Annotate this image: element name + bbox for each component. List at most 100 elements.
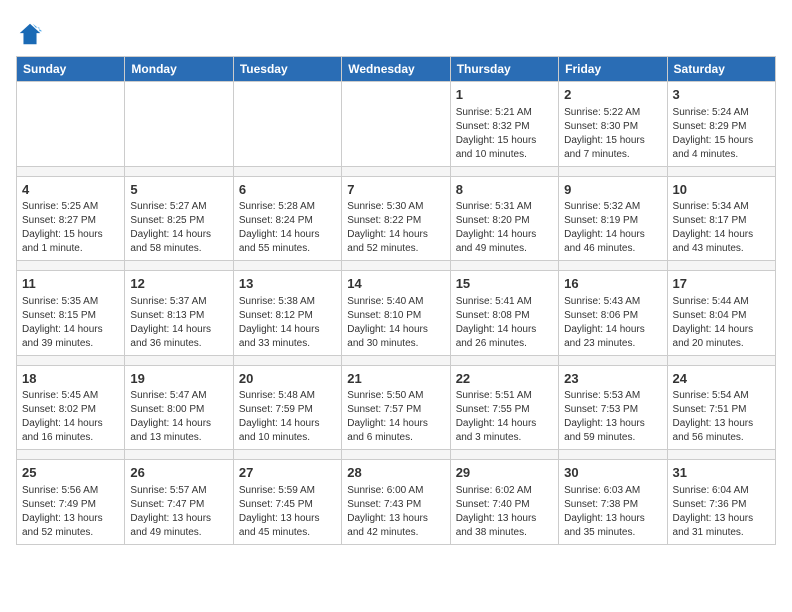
calendar-cell: 6Sunrise: 5:28 AM Sunset: 8:24 PM Daylig… xyxy=(233,176,341,261)
calendar-week-4: 18Sunrise: 5:45 AM Sunset: 8:02 PM Dayli… xyxy=(17,365,776,450)
day-info: Sunrise: 5:28 AM Sunset: 8:24 PM Dayligh… xyxy=(239,200,336,256)
calendar-cell: 18Sunrise: 5:45 AM Sunset: 8:02 PM Dayli… xyxy=(17,365,125,450)
calendar-cell: 5Sunrise: 5:27 AM Sunset: 8:25 PM Daylig… xyxy=(125,176,233,261)
calendar-table: SundayMondayTuesdayWednesdayThursdayFrid… xyxy=(16,56,776,545)
day-info: Sunrise: 5:38 AM Sunset: 8:12 PM Dayligh… xyxy=(239,295,336,351)
day-info: Sunrise: 5:22 AM Sunset: 8:30 PM Dayligh… xyxy=(564,106,661,162)
separator-cell xyxy=(667,166,775,176)
day-number: 19 xyxy=(130,370,227,388)
day-number: 13 xyxy=(239,275,336,293)
day-info: Sunrise: 5:48 AM Sunset: 7:59 PM Dayligh… xyxy=(239,389,336,445)
day-info: Sunrise: 5:54 AM Sunset: 7:51 PM Dayligh… xyxy=(673,389,770,445)
day-number: 12 xyxy=(130,275,227,293)
day-number: 20 xyxy=(239,370,336,388)
week-separator xyxy=(17,355,776,365)
day-number: 1 xyxy=(456,86,553,104)
day-info: Sunrise: 5:41 AM Sunset: 8:08 PM Dayligh… xyxy=(456,295,553,351)
calendar-cell: 1 Sunrise: 5:21 AM Sunset: 8:32 PM Daylig… xyxy=(450,82,558,167)
day-info: Sunrise: 5:21 AM Sunset: 8:32 PM Dayligh… xyxy=(456,106,553,162)
day-number: 28 xyxy=(347,464,444,482)
page-header xyxy=(16,16,776,48)
day-number: 26 xyxy=(130,464,227,482)
separator-cell xyxy=(559,355,667,365)
calendar-cell: 22Sunrise: 5:51 AM Sunset: 7:55 PM Dayli… xyxy=(450,365,558,450)
separator-cell xyxy=(233,450,341,460)
separator-cell xyxy=(125,261,233,271)
calendar-week-1: 1 Sunrise: 5:21 AM Sunset: 8:32 PM Daylig… xyxy=(17,82,776,167)
logo xyxy=(16,20,48,48)
separator-cell xyxy=(450,450,558,460)
calendar-cell: 2 Sunrise: 5:22 AM Sunset: 8:30 PM Daylig… xyxy=(559,82,667,167)
separator-cell xyxy=(559,166,667,176)
week-separator xyxy=(17,261,776,271)
day-info: Sunrise: 5:59 AM Sunset: 7:45 PM Dayligh… xyxy=(239,484,336,540)
day-info: Sunrise: 5:25 AM Sunset: 8:27 PM Dayligh… xyxy=(22,200,119,256)
day-info: Sunrise: 5:40 AM Sunset: 8:10 PM Dayligh… xyxy=(347,295,444,351)
day-number: 27 xyxy=(239,464,336,482)
separator-cell xyxy=(450,166,558,176)
separator-cell xyxy=(125,355,233,365)
separator-cell xyxy=(342,450,450,460)
day-info: Sunrise: 6:02 AM Sunset: 7:40 PM Dayligh… xyxy=(456,484,553,540)
day-number: 4 xyxy=(22,181,119,199)
separator-cell xyxy=(667,450,775,460)
calendar-cell: 28Sunrise: 6:00 AM Sunset: 7:43 PM Dayli… xyxy=(342,460,450,545)
calendar-cell xyxy=(125,82,233,167)
day-info: Sunrise: 5:50 AM Sunset: 7:57 PM Dayligh… xyxy=(347,389,444,445)
calendar-cell: 11 Sunrise: 5:35 AM Sunset: 8:15 PM Dayli… xyxy=(17,271,125,356)
calendar-cell xyxy=(233,82,341,167)
day-info: Sunrise: 6:03 AM Sunset: 7:38 PM Dayligh… xyxy=(564,484,661,540)
day-number: 6 xyxy=(239,181,336,199)
separator-cell xyxy=(17,261,125,271)
calendar-cell: 13 Sunrise: 5:38 AM Sunset: 8:12 PM Dayli… xyxy=(233,271,341,356)
separator-cell xyxy=(667,355,775,365)
day-number: 29 xyxy=(456,464,553,482)
calendar-cell: 4Sunrise: 5:25 AM Sunset: 8:27 PM Daylig… xyxy=(17,176,125,261)
day-info: Sunrise: 5:47 AM Sunset: 8:00 PM Dayligh… xyxy=(130,389,227,445)
calendar-cell xyxy=(342,82,450,167)
day-header-monday: Monday xyxy=(125,57,233,82)
calendar-week-5: 25Sunrise: 5:56 AM Sunset: 7:49 PM Dayli… xyxy=(17,460,776,545)
calendar-cell: 21Sunrise: 5:50 AM Sunset: 7:57 PM Dayli… xyxy=(342,365,450,450)
separator-cell xyxy=(342,261,450,271)
day-info: Sunrise: 5:53 AM Sunset: 7:53 PM Dayligh… xyxy=(564,389,661,445)
logo-icon xyxy=(16,20,44,48)
separator-cell xyxy=(233,166,341,176)
calendar-cell: 3Sunrise: 5:24 AM Sunset: 8:29 PM Daylig… xyxy=(667,82,775,167)
calendar-cell: 29 Sunrise: 6:02 AM Sunset: 7:40 PM Dayli… xyxy=(450,460,558,545)
day-info: Sunrise: 5:51 AM Sunset: 7:55 PM Dayligh… xyxy=(456,389,553,445)
separator-cell xyxy=(342,166,450,176)
day-info: Sunrise: 6:04 AM Sunset: 7:36 PM Dayligh… xyxy=(673,484,770,540)
calendar-header-row: SundayMondayTuesdayWednesdayThursdayFrid… xyxy=(17,57,776,82)
day-number: 8 xyxy=(456,181,553,199)
calendar-cell: 20Sunrise: 5:48 AM Sunset: 7:59 PM Dayli… xyxy=(233,365,341,450)
calendar-cell: 10Sunrise: 5:34 AM Sunset: 8:17 PM Dayli… xyxy=(667,176,775,261)
day-number: 18 xyxy=(22,370,119,388)
day-info: Sunrise: 5:32 AM Sunset: 8:19 PM Dayligh… xyxy=(564,200,661,256)
calendar-week-3: 11 Sunrise: 5:35 AM Sunset: 8:15 PM Dayli… xyxy=(17,271,776,356)
day-number: 3 xyxy=(673,86,770,104)
separator-cell xyxy=(667,261,775,271)
day-info: Sunrise: 5:43 AM Sunset: 8:06 PM Dayligh… xyxy=(564,295,661,351)
week-separator xyxy=(17,166,776,176)
day-info: Sunrise: 5:56 AM Sunset: 7:49 PM Dayligh… xyxy=(22,484,119,540)
calendar-cell: 26Sunrise: 5:57 AM Sunset: 7:47 PM Dayli… xyxy=(125,460,233,545)
calendar-cell: 9Sunrise: 5:32 AM Sunset: 8:19 PM Daylig… xyxy=(559,176,667,261)
day-number: 11 xyxy=(22,275,119,293)
day-info: Sunrise: 5:35 AM Sunset: 8:15 PM Dayligh… xyxy=(22,295,119,351)
separator-cell xyxy=(233,355,341,365)
day-header-sunday: Sunday xyxy=(17,57,125,82)
day-number: 2 xyxy=(564,86,661,104)
day-number: 21 xyxy=(347,370,444,388)
week-separator xyxy=(17,450,776,460)
day-number: 22 xyxy=(456,370,553,388)
day-number: 31 xyxy=(673,464,770,482)
calendar-cell: 31 Sunrise: 6:04 AM Sunset: 7:36 PM Dayli… xyxy=(667,460,775,545)
day-number: 14 xyxy=(347,275,444,293)
day-header-saturday: Saturday xyxy=(667,57,775,82)
day-number: 7 xyxy=(347,181,444,199)
calendar-cell xyxy=(17,82,125,167)
calendar-cell: 23Sunrise: 5:53 AM Sunset: 7:53 PM Dayli… xyxy=(559,365,667,450)
day-number: 10 xyxy=(673,181,770,199)
calendar-cell: 30Sunrise: 6:03 AM Sunset: 7:38 PM Dayli… xyxy=(559,460,667,545)
